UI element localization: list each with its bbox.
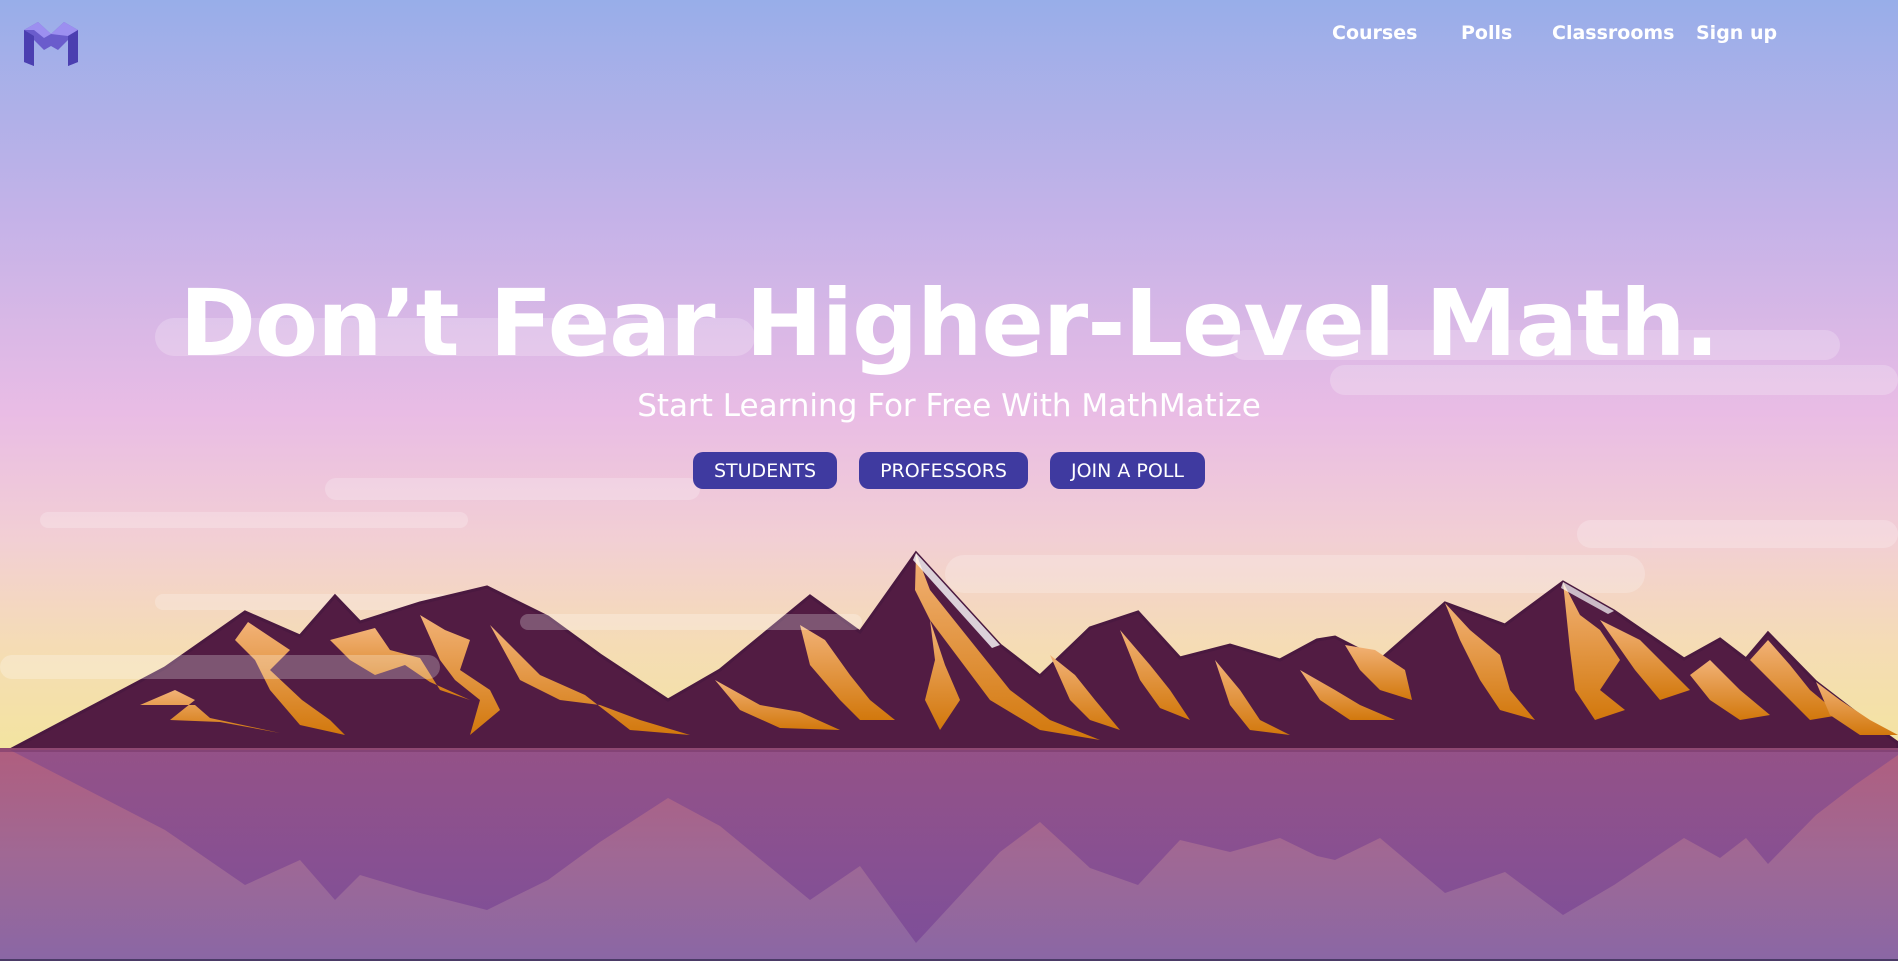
professors-button[interactable]: PROFESSORS: [859, 452, 1028, 489]
nav-classrooms-link[interactable]: Classrooms: [1552, 22, 1674, 44]
students-button[interactable]: STUDENTS: [692, 452, 838, 489]
nav-signup-link[interactable]: Sign up: [1696, 22, 1777, 44]
hero-subtitle: Start Learning For Free With MathMatize: [637, 388, 1261, 424]
nav-polls-link[interactable]: Polls: [1461, 22, 1512, 44]
top-nav: Courses Polls Classrooms Sign up: [0, 22, 1898, 52]
hero-title: Don’t Fear Higher-Level Math.: [179, 270, 1720, 377]
join-poll-button[interactable]: JOIN A POLL: [1049, 452, 1206, 489]
nav-courses-link[interactable]: Courses: [1332, 22, 1417, 44]
hero-button-row: STUDENTS PROFESSORS JOIN A POLL: [0, 452, 1898, 489]
